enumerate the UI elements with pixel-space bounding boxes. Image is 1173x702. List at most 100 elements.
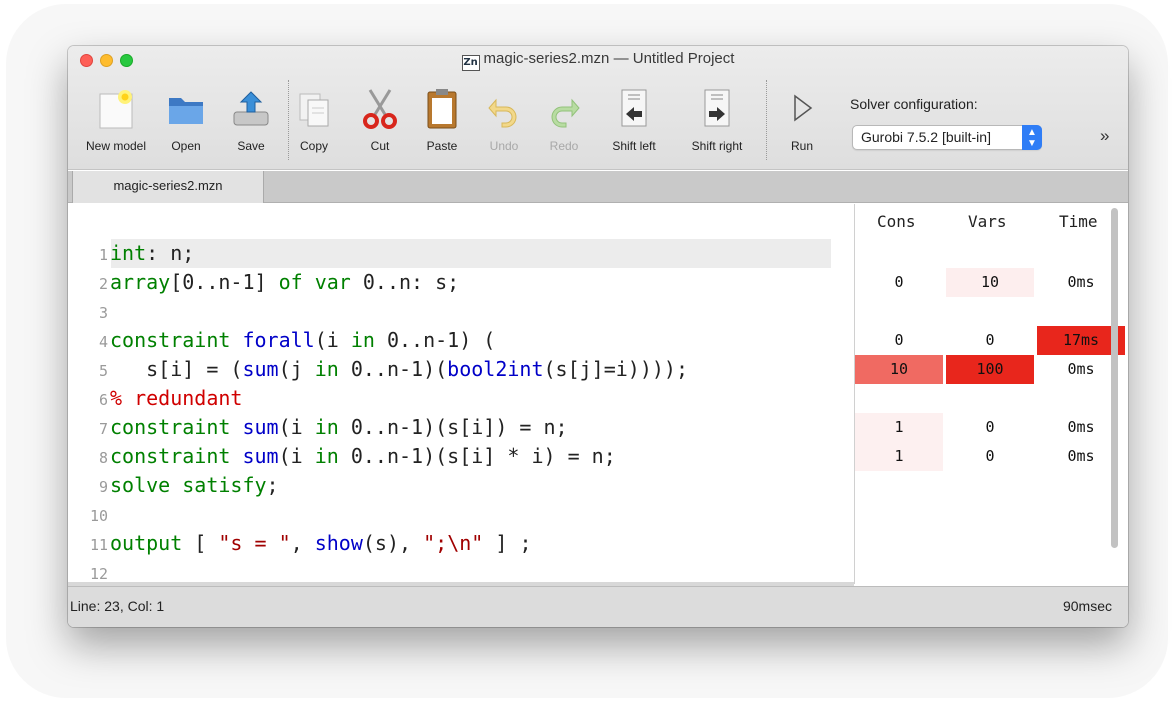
line-number: 6 (98, 391, 108, 409)
redo-label: Redo (549, 139, 579, 153)
toolbar-overflow-chevron-icon[interactable]: » (1100, 126, 1109, 146)
code-token: sum (242, 357, 279, 381)
code-token: : n; (146, 241, 195, 265)
code-line[interactable]: 5 s[i] = (sum(j in 0..n-1)(bool2int(s[j]… (68, 355, 688, 384)
folder-icon (169, 98, 203, 124)
code-token: (i (314, 328, 351, 352)
copy-icon (299, 93, 329, 127)
profiler-vars-cell: 10 (946, 268, 1034, 297)
profiler-vars-cell: 0 (985, 331, 995, 349)
code-line[interactable]: 11 output [ "s = ", show(s), ";\n" ] ; (68, 529, 532, 558)
code-token: "s = " (218, 531, 291, 555)
vertical-scrollbar[interactable] (1111, 208, 1118, 548)
new-document-icon (99, 90, 133, 129)
title-toolbar-area: Zn magic-series2.mzn — Untitled Project N… (68, 46, 1128, 170)
new-model-label: New model (85, 139, 147, 153)
code-token: in (314, 444, 339, 468)
code-line[interactable]: 3 (68, 297, 110, 326)
cut-button[interactable]: Cut (360, 82, 400, 158)
code-line[interactable]: 10 (68, 500, 110, 529)
code-token: (s[j]=i)))); (543, 357, 689, 381)
profiler-panel: Cons Vars Time 0 10 0ms 0 0 17ms 10 100 0ms 1 0 0ms… (854, 204, 1125, 584)
code-line[interactable]: 9 solve satisfy; (68, 471, 279, 500)
play-icon (794, 94, 813, 122)
code-token: output (110, 531, 183, 555)
code-token: ";\n" (423, 531, 484, 555)
toolbar-separator (766, 80, 767, 160)
code-token: (i (278, 444, 315, 468)
code-line[interactable]: 4 constraint forall(i in 0..n-1) ( (68, 326, 495, 355)
code-line[interactable]: 7 constraint sum(i in 0..n-1)(s[i]) = n; (68, 413, 568, 442)
shift-right-button[interactable]: Shift right (682, 82, 752, 158)
code-token: 0..n-1)( (338, 357, 448, 381)
code-token: of var (278, 270, 351, 294)
line-number: 9 (98, 478, 108, 496)
profiler-cons-cell: 10 (855, 355, 943, 384)
code-token: [ (182, 531, 219, 555)
code-token: 0..n-1)(s[i] * i) = n; (338, 444, 616, 468)
redo-button[interactable]: Redo (544, 82, 584, 158)
code-token: [0..n-1] (170, 270, 279, 294)
code-token: s[i] = ( (110, 357, 243, 381)
code-line[interactable]: 8 constraint sum(i in 0..n-1)(s[i] * i) =… (68, 442, 616, 471)
code-token: 0..n: s; (350, 270, 460, 294)
profiler-vars-cell: 0 (985, 447, 995, 465)
shift-left-icon (621, 89, 647, 127)
app-window: Zn magic-series2.mzn — Untitled Project N… (68, 46, 1128, 627)
solver-configuration-label: Solver configuration: (850, 96, 978, 112)
code-line[interactable]: 2 array[0..n-1] of var 0..n: s; (68, 268, 459, 297)
line-number: 12 (89, 565, 108, 583)
profiler-header-vars: Vars (968, 212, 1007, 231)
run-label: Run (790, 139, 813, 153)
cut-label: Cut (370, 139, 390, 153)
open-button[interactable]: Open (164, 82, 208, 158)
toolbar-separator (288, 80, 289, 160)
line-number: 3 (98, 304, 108, 322)
clipboard-icon (427, 89, 457, 129)
save-drive-icon (233, 91, 269, 126)
code-token: 0..n-1) ( (374, 328, 496, 352)
code-token: (s), (362, 531, 424, 555)
code-token: , (290, 531, 315, 555)
window-title-text: magic-series2.mzn — Untitled Project (483, 50, 735, 67)
code-token: (i (278, 415, 315, 439)
open-label: Open (171, 139, 201, 153)
code-token: ] ; (483, 531, 532, 555)
line-number: 1 (98, 246, 108, 264)
solver-configuration-select[interactable]: Gurobi 7.5.2 [built-in] ▲ ▼ (852, 125, 1042, 150)
shift-right-label: Shift right (691, 139, 743, 153)
code-token: in (314, 415, 339, 439)
code-token: constraint (110, 415, 243, 439)
shift-left-button[interactable]: Shift left (602, 82, 666, 158)
tab-magic-series2[interactable]: magic-series2.mzn (72, 171, 264, 203)
code-line[interactable]: 6% redundant (68, 384, 242, 413)
code-token: solve satisfy (110, 473, 267, 497)
code-token: array (110, 270, 171, 294)
profiler-header-time: Time (1059, 212, 1098, 231)
code-token: in (314, 357, 339, 381)
code-token: constraint (110, 328, 243, 352)
document-tab-bar: magic-series2.mzn (68, 171, 1128, 203)
save-button[interactable]: Save (228, 82, 274, 158)
code-line[interactable]: 12 (68, 558, 110, 584)
profiler-vars-cell: 0 (985, 418, 995, 436)
profiler-cons-cell: 1 (855, 442, 943, 471)
code-token: constraint (110, 444, 243, 468)
undo-button[interactable]: Undo (484, 82, 524, 158)
profiler-header-cons: Cons (877, 212, 916, 231)
code-token: (j (278, 357, 315, 381)
copy-button[interactable]: Copy (292, 82, 336, 158)
code-token: % redundant (110, 386, 243, 410)
line-number: 11 (89, 536, 108, 554)
redo-arrow-icon (551, 98, 580, 128)
paste-button[interactable]: Paste (418, 82, 466, 158)
code-token: sum (242, 444, 279, 468)
code-token: ; (266, 473, 279, 497)
new-model-button[interactable]: New model (76, 82, 156, 158)
shift-right-icon (704, 89, 730, 127)
code-line[interactable]: 1 int: n; (68, 239, 194, 268)
run-button[interactable]: Run (780, 82, 824, 158)
code-token: in (350, 328, 375, 352)
profiler-vars-cell: 100 (946, 355, 1034, 384)
code-editor[interactable]: 1 int: n; 2 array[0..n-1] of var 0..n: s; 3 4… (68, 204, 854, 584)
